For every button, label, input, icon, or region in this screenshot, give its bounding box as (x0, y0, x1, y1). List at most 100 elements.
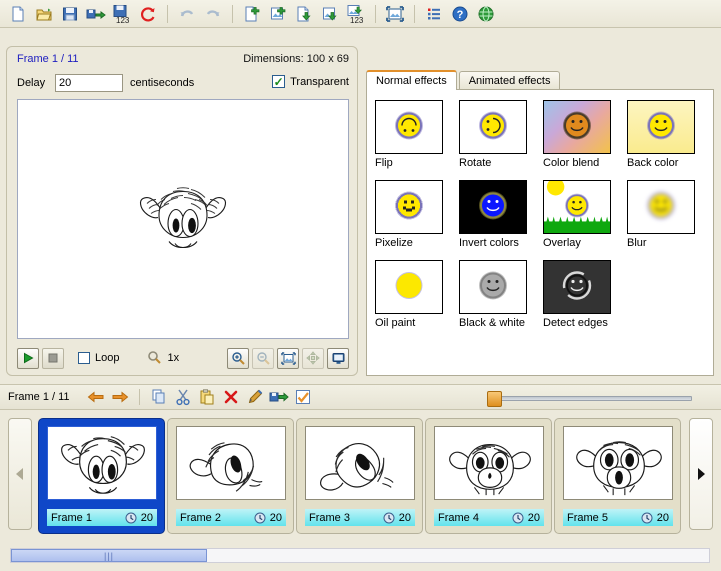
delay-input[interactable] (55, 74, 123, 92)
frame-size-slider[interactable] (482, 391, 700, 407)
frame-caption-2: Frame 2 20 (176, 509, 286, 526)
effect-flip-thumb[interactable] (375, 100, 443, 154)
effect-blur-label: Blur (627, 237, 647, 249)
effect-pixelize-thumb[interactable] (375, 180, 443, 234)
frame-delay-2: 20 (269, 511, 282, 524)
effect-back-color[interactable]: Back color (627, 100, 711, 180)
effect-black-and-white[interactable]: Black & white (459, 260, 543, 340)
smiley-icon (389, 106, 429, 149)
smiley-icon (389, 186, 429, 229)
slider-track[interactable] (497, 396, 692, 401)
effect-blur[interactable]: Blur (627, 180, 711, 260)
frame-card-1[interactable]: Frame 1 20 (38, 418, 165, 534)
slider-thumb[interactable] (487, 391, 502, 407)
effect-flip[interactable]: Flip (375, 100, 459, 180)
delete-button[interactable] (221, 387, 241, 407)
effect-pixelize[interactable]: Pixelize (375, 180, 459, 260)
properties-icon[interactable] (422, 2, 446, 26)
frame-thumb-1[interactable] (47, 426, 157, 500)
fit-to-window-button[interactable] (277, 347, 299, 369)
effect-invert-colors[interactable]: Invert colors (459, 180, 543, 260)
open-folder-icon[interactable] (32, 2, 56, 26)
frame-card-5[interactable]: Frame 5 20 (554, 418, 681, 534)
full-screen-button[interactable] (327, 347, 349, 369)
effect-color-blend[interactable]: Color blend (543, 100, 627, 180)
play-button[interactable] (17, 347, 39, 369)
effect-blur-thumb[interactable] (627, 180, 695, 234)
refresh-icon[interactable] (136, 2, 160, 26)
frame-thumb-2[interactable] (176, 426, 286, 500)
effect-rotate-thumb[interactable] (459, 100, 527, 154)
copy-button[interactable] (149, 387, 169, 407)
cut-button[interactable] (173, 387, 193, 407)
paste-button[interactable] (197, 387, 217, 407)
resize-icon[interactable] (383, 2, 407, 26)
scrollbar-thumb[interactable]: ||| (11, 549, 207, 562)
frame-thumb-4[interactable] (434, 426, 544, 500)
select-all-button[interactable] (293, 387, 313, 407)
effect-back-color-label: Back color (627, 157, 679, 169)
new-file-icon[interactable] (6, 2, 30, 26)
transparent-checkbox[interactable]: ✓ Transparent (272, 75, 349, 88)
effect-back-color-thumb[interactable] (627, 100, 695, 154)
save-sequence-icon[interactable]: 123 (110, 2, 134, 26)
add-image-icon[interactable] (266, 2, 290, 26)
frame-delay-1: 20 (140, 511, 153, 524)
export-button[interactable] (269, 387, 289, 407)
frame-thumb-3[interactable] (305, 426, 415, 500)
help-icon[interactable]: ? (448, 2, 472, 26)
loop-checkbox-box[interactable] (78, 352, 90, 364)
effects-tabs: Normal effects Animated effects (366, 70, 561, 90)
next-frame-button[interactable] (110, 387, 130, 407)
frame-thumb-5[interactable] (563, 426, 673, 500)
toolbar-separator (232, 4, 233, 23)
tab-animated-effects[interactable]: Animated effects (458, 71, 561, 90)
import-file-icon[interactable] (292, 2, 316, 26)
web-icon[interactable] (474, 2, 498, 26)
save-icon[interactable] (58, 2, 82, 26)
frame-caption-4: Frame 4 20 (434, 509, 544, 526)
loop-checkbox[interactable]: Loop (78, 352, 119, 364)
effect-invert-colors-thumb[interactable] (459, 180, 527, 234)
tab-normal-effects[interactable]: Normal effects (366, 70, 457, 90)
zoom-out-button[interactable] (252, 347, 274, 369)
frame-name-3: Frame 3 (309, 511, 350, 524)
effect-overlay[interactable]: Overlay (543, 180, 627, 260)
horizontal-scrollbar[interactable]: ||| (0, 545, 721, 571)
frame-card-4[interactable]: Frame 4 20 (425, 418, 552, 534)
undo-icon[interactable] (175, 2, 199, 26)
frame-card-3[interactable]: Frame 3 20 (296, 418, 423, 534)
toolbar-separator (414, 4, 415, 23)
add-frame-icon[interactable] (240, 2, 264, 26)
scroll-frames-right-button[interactable] (689, 418, 713, 530)
frame-card-2[interactable]: Frame 2 20 (167, 418, 294, 534)
effect-color-blend-thumb[interactable] (543, 100, 611, 154)
effect-oil-paint[interactable]: Oil paint (375, 260, 459, 340)
effect-rotate[interactable]: Rotate (459, 100, 543, 180)
preview-canvas[interactable] (17, 99, 349, 339)
effect-overlay-thumb[interactable] (543, 180, 611, 234)
stop-button[interactable] (42, 347, 64, 369)
zoom-in-button[interactable] (227, 347, 249, 369)
effect-overlay-label: Overlay (543, 237, 581, 249)
import-sequence-icon[interactable]: 123 (344, 2, 368, 26)
view-buttons (227, 347, 349, 369)
redo-icon[interactable] (201, 2, 225, 26)
scroll-frames-left-button[interactable] (8, 418, 32, 530)
effect-detect-edges-thumb[interactable] (543, 260, 611, 314)
import-image-icon[interactable] (318, 2, 342, 26)
delay-units-label: centiseconds (130, 77, 195, 89)
effect-detect-edges[interactable]: Detect edges (543, 260, 627, 340)
transparent-checkbox-box[interactable]: ✓ (272, 75, 286, 88)
save-as-icon[interactable] (84, 2, 108, 26)
effect-black-and-white-thumb[interactable] (459, 260, 527, 314)
effect-rotate-label: Rotate (459, 157, 492, 169)
scrollbar-track[interactable]: ||| (10, 548, 710, 563)
previous-frame-button[interactable] (86, 387, 106, 407)
effect-oil-paint-thumb[interactable] (375, 260, 443, 314)
edit-button[interactable] (245, 387, 265, 407)
frame-strip: Frame 1 20 Frame 2 20 Frame 3 20 Frame 4… (0, 410, 721, 544)
effect-pixelize-label: Pixelize (375, 237, 413, 249)
frame-name-4: Frame 4 (438, 511, 479, 524)
pan-button[interactable] (302, 347, 324, 369)
